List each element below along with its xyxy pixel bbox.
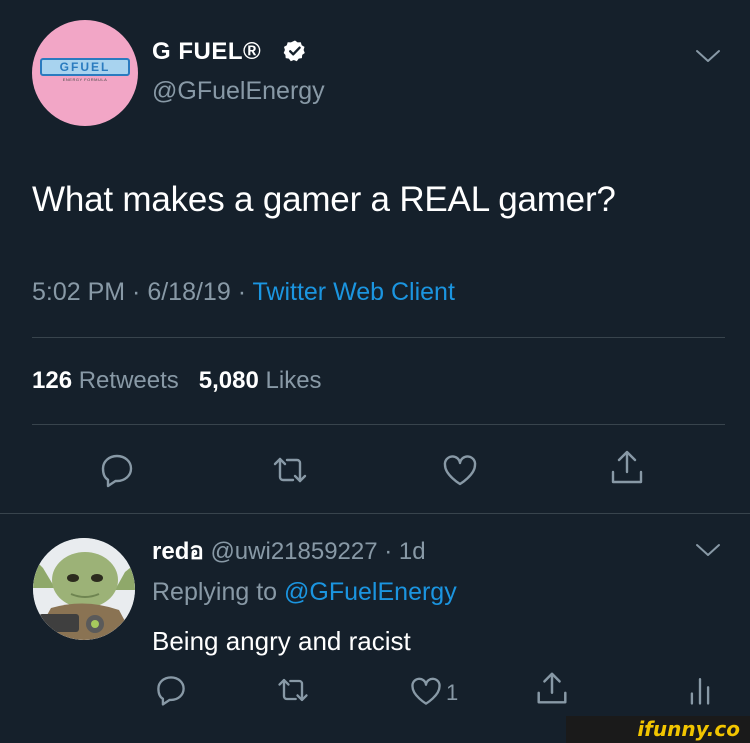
- divider: [32, 337, 725, 338]
- tweet-date: 6/18/19: [147, 278, 231, 306]
- reply-header: redอ @uwi21859227 · 1d: [152, 537, 426, 567]
- reply-age: 1d: [398, 538, 426, 565]
- handle[interactable]: @GFuelEnergy: [152, 76, 325, 106]
- reply-separator: ·: [377, 538, 399, 565]
- replying-handle-link[interactable]: @GFuelEnergy: [284, 578, 457, 606]
- retweet-icon[interactable]: [275, 672, 311, 708]
- meta-separator: ·: [230, 278, 253, 306]
- likes-stat[interactable]: 5,080 Likes: [199, 367, 322, 394]
- share-icon[interactable]: [533, 670, 571, 708]
- gfuel-avatar[interactable]: GFUEL ENERGY FORMULA: [32, 20, 138, 126]
- tweet-time: 5:02 PM: [32, 278, 126, 306]
- analytics-icon[interactable]: [682, 672, 718, 708]
- retweets-count: 126: [32, 367, 73, 394]
- tweet-text: What makes a gamer a REAL gamer?: [32, 180, 616, 219]
- divider: [32, 424, 725, 425]
- verified-badge-icon: [283, 40, 305, 62]
- reply-text: Being angry and racist: [152, 626, 411, 656]
- gfuel-logo: GFUEL ENERGY FORMULA: [40, 58, 130, 82]
- like-icon[interactable]: [440, 450, 480, 490]
- replying-to: Replying to @GFuelEnergy: [152, 576, 457, 608]
- retweets-stat[interactable]: 126 Retweets: [32, 367, 179, 394]
- reply-like-count: 1: [446, 680, 459, 705]
- ifunny-watermark: ifunny.co: [566, 716, 750, 743]
- display-name[interactable]: G FUEL®: [152, 38, 261, 66]
- reply-icon[interactable]: [153, 672, 189, 708]
- like-icon[interactable]: [408, 673, 444, 709]
- reply-icon[interactable]: [97, 450, 137, 490]
- meta-separator: ·: [125, 278, 148, 306]
- watermark-text: ifunny.co: [637, 717, 740, 741]
- reply-display-name[interactable]: redอ: [152, 538, 204, 565]
- tweet-stats: 126 Retweets 5,080 Likes: [32, 365, 322, 397]
- reply-handle[interactable]: @uwi21859227: [210, 538, 377, 565]
- retweets-label: Retweets: [78, 367, 179, 394]
- retweet-icon[interactable]: [270, 450, 310, 490]
- chevron-down-icon[interactable]: [695, 542, 721, 558]
- likes-count: 5,080: [198, 367, 259, 394]
- tweet-meta: 5:02 PM · 6/18/19 · Twitter Web Client: [32, 276, 455, 308]
- yoda-avatar[interactable]: [33, 538, 135, 640]
- chevron-down-icon[interactable]: [695, 48, 721, 64]
- likes-label: Likes: [265, 367, 322, 394]
- replying-label: Replying to: [152, 578, 285, 606]
- share-icon[interactable]: [607, 448, 647, 488]
- tweet-source-link[interactable]: Twitter Web Client: [253, 278, 455, 306]
- divider: [0, 513, 750, 514]
